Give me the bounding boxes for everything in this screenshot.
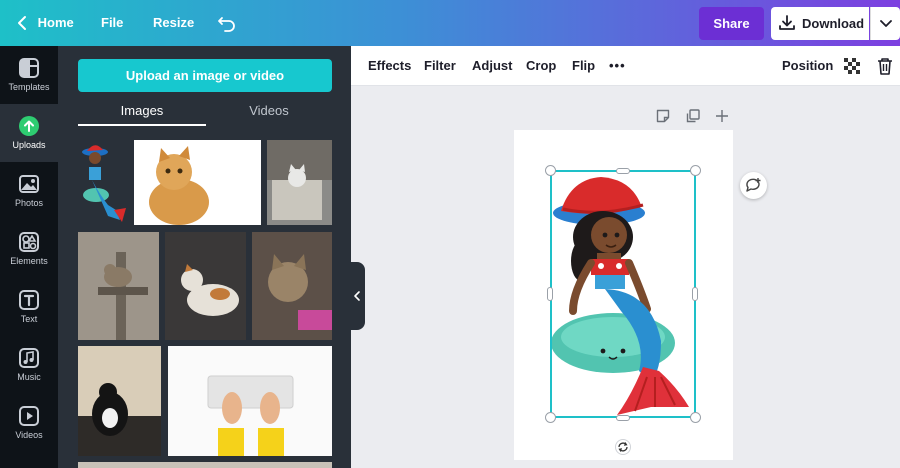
plus-icon [716, 110, 728, 122]
flip-button[interactable]: Flip [572, 46, 595, 86]
undo-button[interactable] [217, 0, 237, 46]
rail-item-text[interactable]: Text [0, 278, 58, 336]
tab-videos[interactable]: Videos [206, 98, 332, 126]
chevron-down-icon [880, 20, 892, 27]
rail-label-text: Text [20, 314, 38, 324]
upload-thumbnail-row-partial[interactable] [78, 462, 332, 468]
resize-menu[interactable]: Resize [153, 0, 194, 46]
rail-label-videos: Videos [15, 430, 43, 440]
image-toolbar: Effects Filter Adjust Crop Flip ••• Posi… [351, 46, 900, 86]
filter-button[interactable]: Filter [424, 46, 456, 86]
resize-handle-top[interactable] [616, 168, 630, 174]
photo-icon [19, 175, 39, 193]
rail-label-templates: Templates [8, 82, 50, 92]
upload-thumbnail-mermaid[interactable] [78, 140, 128, 225]
upload-thumbnail-calico-cat[interactable] [165, 232, 246, 340]
home-button[interactable]: Home [16, 0, 74, 46]
upload-thumbnail-orange-cat[interactable] [134, 140, 261, 225]
share-button[interactable]: Share [699, 7, 764, 40]
music-note-icon [19, 348, 39, 368]
upload-thumbnail-cat-tower[interactable] [78, 232, 159, 340]
rotate-icon [618, 442, 628, 452]
undo-icon [218, 17, 235, 32]
rail-label-music: Music [17, 372, 41, 382]
resize-handle-top-right[interactable] [690, 165, 701, 176]
cat-at-desk-image [78, 346, 161, 456]
resize-handle-left[interactable] [547, 287, 553, 301]
rail-item-uploads[interactable]: Uploads [0, 104, 58, 162]
collapse-panel-button[interactable] [351, 262, 365, 330]
mermaid-thumbnail-image [82, 145, 126, 222]
text-icon [19, 290, 39, 310]
transparency-button[interactable] [844, 58, 860, 79]
cat-tower-image [78, 232, 159, 340]
resize-handle-top-left[interactable] [545, 165, 556, 176]
upload-thumbnail-cat-in-box[interactable] [267, 140, 332, 225]
duplicate-page-button[interactable] [686, 109, 700, 128]
upload-thumbnail-keyboard-hands[interactable] [168, 346, 332, 456]
orange-cat-image [149, 146, 209, 225]
download-options-button[interactable] [870, 7, 900, 40]
chevron-left-icon [354, 291, 360, 301]
copy-icon [686, 109, 700, 123]
resize-handle-bottom-right[interactable] [690, 412, 701, 423]
rail-item-templates[interactable]: Templates [0, 46, 58, 104]
effects-button[interactable]: Effects [368, 46, 411, 86]
rail-item-videos[interactable]: Videos [0, 394, 58, 452]
upload-media-button[interactable]: Upload an image or video [78, 59, 332, 92]
resize-handle-bottom-left[interactable] [545, 412, 556, 423]
file-menu[interactable]: File [101, 0, 123, 46]
adjust-button[interactable]: Adjust [472, 46, 512, 86]
more-options-button[interactable]: ••• [609, 46, 626, 86]
page-notes-button[interactable] [656, 109, 670, 128]
rotate-handle[interactable] [615, 439, 631, 455]
upload-thumbnail-cat-at-desk[interactable] [78, 346, 161, 456]
side-rail: Templates Uploads Photos Elements Text M… [0, 46, 58, 468]
upload-thumbnail-tabby-cat[interactable] [252, 232, 332, 340]
cat-in-box-image [267, 140, 332, 220]
comment-add-icon [746, 178, 761, 192]
add-page-button[interactable] [715, 109, 729, 128]
rail-item-photos[interactable]: Photos [0, 162, 58, 220]
selection-frame [550, 170, 696, 418]
calico-cat-image [165, 232, 246, 340]
add-comment-button[interactable] [740, 172, 767, 199]
chevron-left-icon [18, 16, 26, 30]
tabby-cat-image [252, 232, 332, 340]
note-icon [656, 109, 670, 123]
play-icon [19, 406, 39, 426]
rail-label-elements: Elements [10, 256, 48, 266]
rail-item-elements[interactable]: Elements [0, 220, 58, 278]
upload-cloud-icon [19, 116, 39, 136]
rail-label-photos: Photos [14, 198, 44, 208]
resize-handle-right[interactable] [692, 287, 698, 301]
checkerboard-transparency-icon [844, 58, 860, 74]
rail-item-music[interactable]: Music [0, 336, 58, 394]
top-bar: Home File Resize Share Download [0, 0, 900, 46]
tab-images[interactable]: Images [78, 98, 206, 126]
rail-label-uploads: Uploads [12, 140, 46, 150]
trash-icon [878, 58, 892, 75]
crop-button[interactable]: Crop [526, 46, 556, 86]
download-label: Download [802, 16, 865, 31]
uploads-panel: Upload an image or video Images Videos [58, 46, 351, 468]
templates-icon [19, 58, 39, 78]
keyboard-hands-image [207, 375, 294, 456]
home-label: Home [37, 15, 74, 30]
delete-button[interactable] [877, 57, 893, 80]
download-icon [779, 15, 795, 30]
resize-handle-bottom[interactable] [616, 415, 630, 421]
download-button[interactable]: Download [771, 7, 869, 40]
shapes-icon [19, 232, 39, 252]
position-button[interactable]: Position [782, 46, 833, 86]
